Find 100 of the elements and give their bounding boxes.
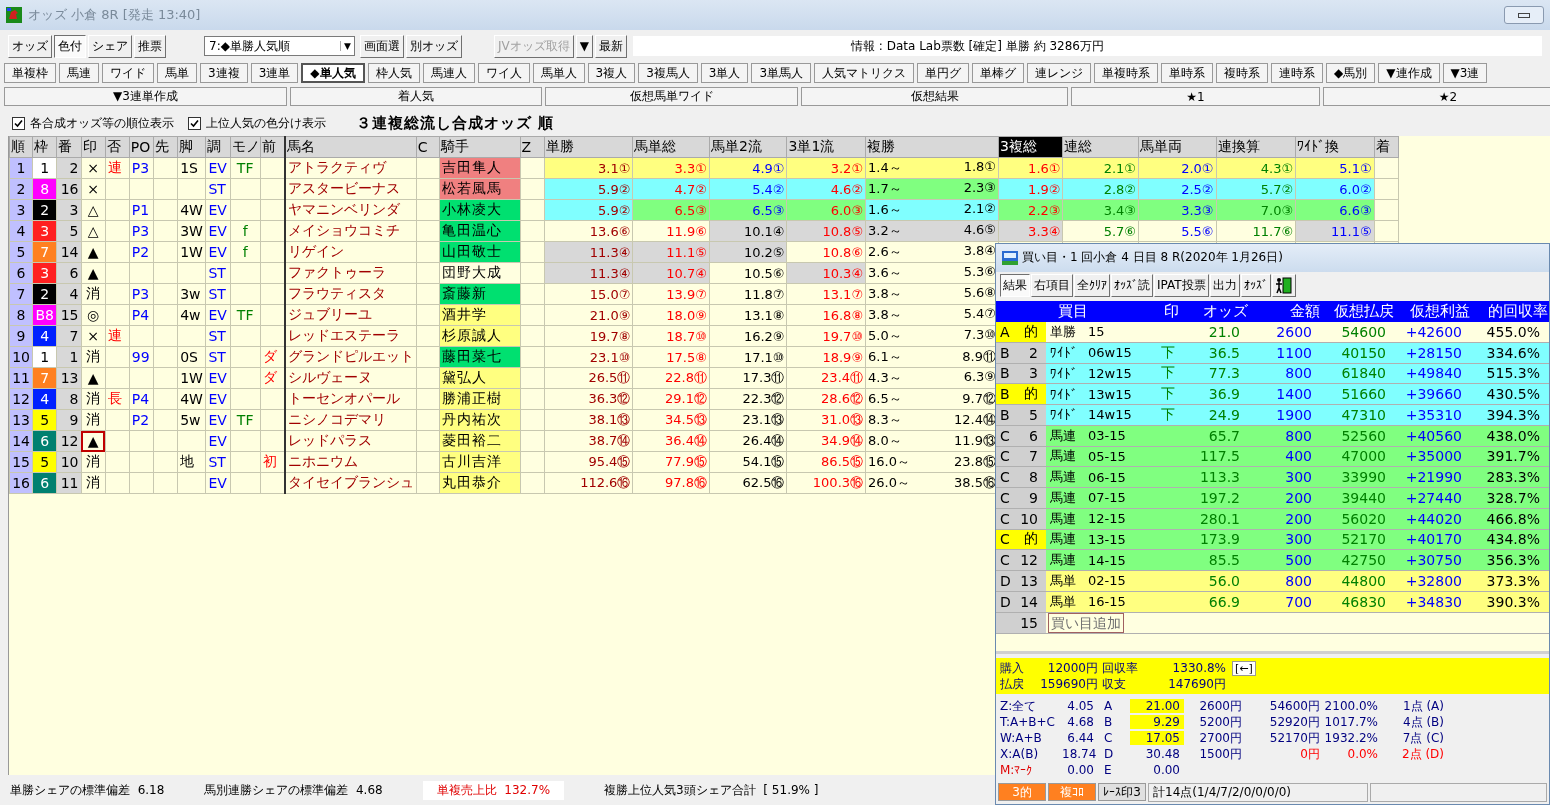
bet-code-cell[interactable]: C 9	[996, 488, 1046, 508]
column-header[interactable]: 否	[105, 136, 130, 158]
view-button[interactable]: ワイ人	[477, 63, 530, 83]
column-header[interactable]: 着	[1374, 136, 1399, 158]
bet-type: 馬連	[1049, 426, 1077, 445]
bet-code-cell[interactable]: B 的	[996, 384, 1046, 405]
toolbar-button[interactable]: 別オッズ	[406, 34, 462, 58]
view-button[interactable]: 馬単人	[532, 63, 585, 83]
column-header[interactable]: 3単1流	[787, 136, 866, 158]
tab[interactable]: ﾚｰｽ印3	[1098, 783, 1146, 802]
view-button[interactable]: 3単馬人	[751, 63, 812, 83]
column-header[interactable]: モノ	[230, 136, 261, 158]
view-button[interactable]: 3連単	[250, 63, 299, 83]
bet-code-cell[interactable]: C 10	[996, 508, 1046, 529]
bet-combo: 12-15	[1088, 511, 1127, 527]
bet-code-cell[interactable]: B 5	[996, 405, 1046, 425]
column-header[interactable]: PO	[129, 136, 154, 158]
column-header[interactable]: 印	[81, 136, 106, 158]
tool-button[interactable]: 仮想結果	[801, 87, 1068, 106]
bet-code-cell[interactable]: C 12	[996, 550, 1046, 571]
toolbar-button[interactable]: 画面選	[360, 34, 404, 58]
horse-name: ファクトゥーラ	[285, 262, 417, 284]
toolbar-button[interactable]: 出力	[1209, 273, 1240, 297]
view-button[interactable]: 連レンジ	[1027, 63, 1092, 83]
view-button[interactable]: 単複時系	[1094, 63, 1159, 83]
exit-button[interactable]	[1271, 273, 1296, 297]
view-button[interactable]: ワイド	[102, 63, 154, 83]
column-header[interactable]: 調	[205, 136, 231, 158]
column-header[interactable]: 騎手	[439, 136, 521, 158]
tool-button[interactable]: 着人気	[290, 87, 542, 106]
column-header[interactable]: 3複総	[998, 136, 1063, 158]
rank-cell: 12	[9, 388, 33, 410]
mode-button[interactable]: 色付	[54, 34, 86, 58]
column-header[interactable]: 複勝	[865, 136, 999, 158]
bet-code-cell[interactable]: B 2	[996, 342, 1046, 363]
toolbar-button[interactable]: 最新	[595, 34, 627, 58]
column-header[interactable]: ﾜｲﾄﾞ換	[1295, 136, 1375, 158]
view-button[interactable]: 単複枠	[4, 63, 56, 83]
toolbar-button[interactable]: ｵｯｽﾞ読	[1111, 273, 1153, 297]
view-button[interactable]: 人気マトリクス	[814, 63, 915, 83]
view-button[interactable]: 3単人	[700, 63, 749, 83]
view-button[interactable]: ▼連作成	[1378, 63, 1440, 83]
toolbar-button[interactable]: 右項目	[1031, 273, 1073, 297]
column-header[interactable]: 馬名	[285, 136, 417, 158]
view-button[interactable]: 単棒グ	[972, 63, 1025, 83]
sort-dropdown[interactable]: 7:◆単勝人気順 ▼	[204, 36, 355, 56]
tool-button[interactable]: 仮想馬単ワイド	[545, 87, 798, 106]
toolbar-button[interactable]: ｵｯｽﾞ	[1240, 273, 1271, 297]
column-header[interactable]: C	[416, 136, 440, 158]
checkbox[interactable]	[12, 116, 25, 130]
column-header[interactable]: 連総	[1062, 136, 1139, 158]
toolbar-button[interactable]: IPAT投票	[1154, 273, 1209, 297]
view-button[interactable]: 複時系	[1216, 63, 1269, 83]
bet-code-cell[interactable]: C 7	[996, 446, 1046, 467]
column-header[interactable]: Z	[520, 136, 545, 158]
column-header[interactable]: 連換算	[1216, 136, 1296, 158]
bet-code-cell[interactable]: C 的	[996, 529, 1046, 550]
view-button[interactable]: 馬連人	[422, 63, 475, 83]
view-button[interactable]: 馬単	[157, 63, 197, 83]
column-header[interactable]: 馬単総	[632, 136, 710, 158]
column-header[interactable]: 前	[260, 136, 286, 158]
checkbox[interactable]	[188, 116, 201, 130]
column-header[interactable]: 順	[9, 136, 33, 158]
mode-button[interactable]: 推票	[134, 34, 166, 58]
view-button[interactable]: 3連複	[200, 63, 248, 83]
view-button[interactable]: ◆単人気	[301, 63, 365, 83]
bet-code-cell[interactable]: D 13	[996, 571, 1046, 591]
view-button[interactable]: ▼3連	[1442, 63, 1488, 83]
view-button[interactable]: 単円グ	[917, 63, 970, 83]
bet-code-cell[interactable]: C 6	[996, 425, 1046, 446]
table-cell: EV	[205, 199, 231, 221]
back-button[interactable]: [←]	[1232, 660, 1256, 676]
view-button[interactable]: 枠人気	[367, 63, 420, 83]
minimize-button[interactable]	[1504, 6, 1544, 24]
view-button[interactable]: 連時系	[1271, 63, 1324, 83]
bet-code-cell[interactable]: B 3	[996, 363, 1046, 384]
column-header[interactable]: 番	[56, 136, 81, 158]
tool-button[interactable]: ★2	[1323, 87, 1550, 106]
column-header[interactable]: 馬単両	[1138, 136, 1217, 158]
column-header[interactable]: 馬単2流	[709, 136, 787, 158]
view-button[interactable]: 単時系	[1161, 63, 1214, 83]
view-button[interactable]: 3複人	[587, 63, 636, 83]
toolbar-button[interactable]: 全ｸﾘｱ	[1074, 273, 1110, 297]
add-bet-button[interactable]: 買い目追加	[1048, 612, 1124, 633]
column-header[interactable]: 枠	[32, 136, 57, 158]
bet-code-cell[interactable]: D 14	[996, 591, 1046, 612]
view-button[interactable]: 馬連	[59, 63, 99, 83]
mode-button[interactable]: オッズ	[8, 34, 52, 58]
view-button[interactable]: 3複馬人	[638, 63, 698, 83]
column-header[interactable]: 先	[153, 136, 178, 158]
mode-button[interactable]: シェア	[88, 34, 132, 58]
column-header[interactable]: 脚	[177, 136, 206, 158]
tool-button[interactable]: ▼3連単作成	[4, 87, 287, 106]
toolbar-button[interactable]: ▼	[575, 34, 593, 58]
bet-code-cell[interactable]: A 的	[996, 322, 1046, 342]
bet-code-cell[interactable]: C 8	[996, 467, 1046, 488]
tool-button[interactable]: ★1	[1071, 87, 1320, 106]
toolbar-button[interactable]: 結果	[1000, 273, 1030, 297]
view-button[interactable]: ◆馬別	[1326, 63, 1376, 83]
column-header[interactable]: 単勝	[544, 136, 633, 158]
